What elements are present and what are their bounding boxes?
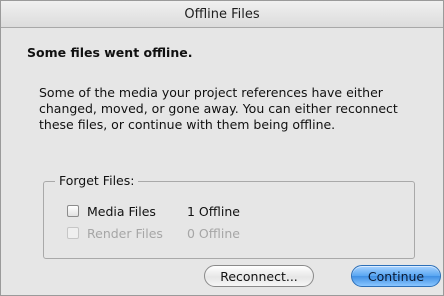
continue-button[interactable]: Continue: [351, 265, 441, 287]
message-line: these files, or continue with them being…: [39, 117, 336, 132]
offline-files-dialog: Offline Files Some files went offline. S…: [0, 0, 444, 296]
forget-files-label: Forget Files:: [55, 173, 139, 188]
message-line: changed, moved, or gone away. You can ei…: [39, 101, 398, 116]
media-files-row[interactable]: Media Files 1 Offline: [67, 203, 240, 219]
render-files-status: 0 Offline: [187, 225, 240, 241]
reconnect-button[interactable]: Reconnect...: [204, 265, 314, 287]
dialog-content: Some files went offline. Some of the med…: [1, 28, 443, 295]
dialog-message: Some of the media your project reference…: [39, 85, 439, 133]
render-files-checkbox: [67, 227, 79, 239]
render-files-label: Render Files: [87, 225, 163, 241]
forget-files-group: [43, 181, 415, 259]
window-titlebar[interactable]: Offline Files: [1, 1, 443, 28]
message-line: Some of the media your project reference…: [39, 85, 383, 100]
render-files-row: Render Files 0 Offline: [67, 225, 240, 241]
dialog-heading: Some files went offline.: [27, 45, 193, 60]
media-files-checkbox[interactable]: [67, 205, 79, 217]
media-files-label: Media Files: [87, 203, 156, 219]
window-title: Offline Files: [184, 6, 260, 22]
media-files-status: 1 Offline: [187, 203, 240, 219]
